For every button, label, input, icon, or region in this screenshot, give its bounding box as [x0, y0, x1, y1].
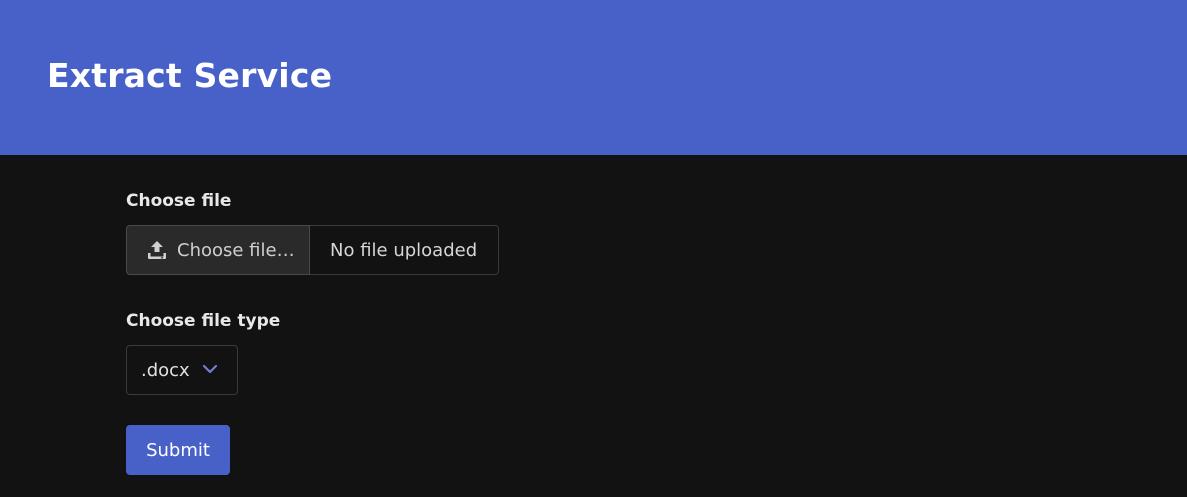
- main-content: Choose file Choose file… No file uploade…: [0, 155, 1187, 497]
- submit-button[interactable]: Submit: [126, 425, 230, 475]
- choose-file-label: Choose file: [126, 191, 232, 211]
- choose-file-button-label: Choose file…: [177, 239, 295, 261]
- chevron-down-icon: [202, 363, 218, 375]
- file-type-selected-value: .docx: [141, 359, 190, 381]
- file-name-display: No file uploaded: [310, 225, 499, 275]
- header: Extract Service: [0, 0, 1187, 155]
- upload-icon: [146, 239, 168, 261]
- file-type-select[interactable]: .docx: [126, 345, 238, 395]
- file-input[interactable]: Choose file… No file uploaded: [126, 225, 499, 275]
- choose-file-button[interactable]: Choose file…: [126, 225, 310, 275]
- page-title: Extract Service: [47, 56, 333, 95]
- choose-file-type-label: Choose file type: [126, 311, 281, 331]
